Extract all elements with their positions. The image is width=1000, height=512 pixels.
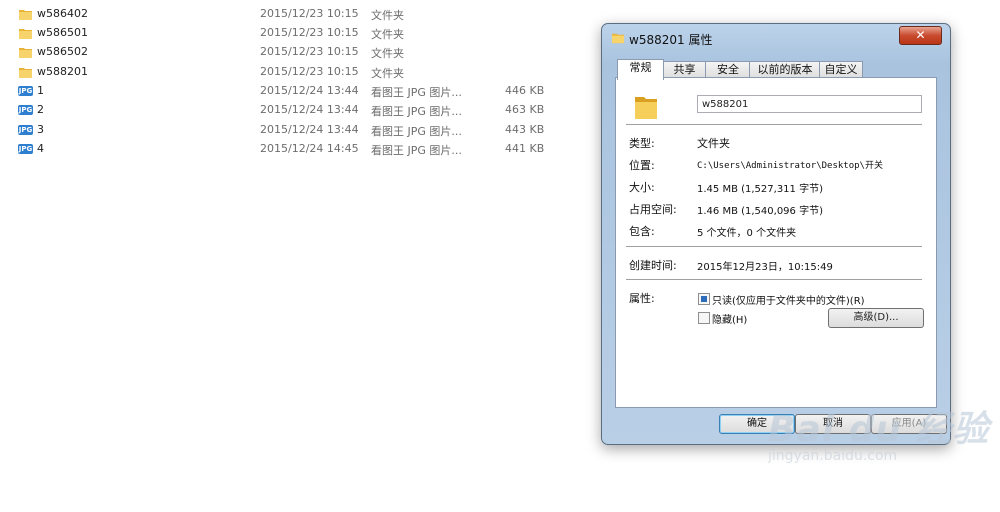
type-value: 文件夹 — [697, 137, 730, 150]
file-name: w586501 — [37, 26, 88, 39]
location-value: C:\Users\Administrator\Desktop\开关 — [697, 161, 883, 171]
dialog-title: w588201 属性 — [629, 33, 713, 47]
file-type: 文件夹 — [371, 28, 404, 41]
file-date: 2015/12/23 10:15 — [260, 26, 359, 39]
file-name: 2 — [37, 103, 44, 116]
file-name: 4 — [37, 142, 44, 155]
tab-general[interactable]: 常规 — [617, 59, 664, 80]
jpg-file-icon: JPG — [18, 86, 33, 96]
divider — [626, 246, 922, 247]
file-type: 看图王 JPG 图片... — [371, 144, 462, 157]
file-date: 2015/12/24 13:44 — [260, 84, 359, 97]
file-type: 文件夹 — [371, 9, 404, 22]
folder-icon — [19, 10, 32, 20]
file-date: 2015/12/24 13:44 — [260, 103, 359, 116]
jpg-file-icon: JPG — [18, 144, 33, 154]
close-button[interactable]: ✕ — [899, 26, 942, 45]
file-date: 2015/12/24 14:45 — [260, 142, 359, 155]
type-label: 类型: — [629, 137, 655, 150]
folder-icon — [611, 33, 625, 44]
advanced-button[interactable]: 高级(D)... — [828, 308, 924, 328]
file-row[interactable]: JPG 3 2015/12/24 13:44 看图王 JPG 图片... 443… — [0, 121, 600, 140]
file-type: 看图王 JPG 图片... — [371, 86, 462, 99]
baidu-watermark: Bai du 经验 jingyan.baidu.com — [768, 400, 990, 464]
properties-dialog[interactable]: w588201 属性 ✕ 常规 共享 安全 以前的版本 自定义 w588201 … — [601, 23, 951, 445]
disk-size-label: 占用空间: — [629, 203, 677, 216]
file-size: 443 KB — [505, 123, 545, 136]
folder-icon — [19, 68, 32, 78]
file-row[interactable]: w586502 2015/12/23 10:15 文件夹 — [0, 43, 600, 62]
file-type: 文件夹 — [371, 47, 404, 60]
file-type: 看图王 JPG 图片... — [371, 105, 462, 118]
file-date: 2015/12/23 10:15 — [260, 7, 359, 20]
created-label: 创建时间: — [629, 259, 677, 272]
contains-value: 5 个文件，0 个文件夹 — [697, 228, 797, 239]
divider — [626, 279, 922, 280]
location-label: 位置: — [629, 159, 655, 172]
file-type: 文件夹 — [371, 67, 404, 80]
size-value: 1.45 MB (1,527,311 字节) — [697, 184, 823, 195]
file-row[interactable]: JPG 4 2015/12/24 14:45 看图王 JPG 图片... 441… — [0, 140, 600, 159]
file-date: 2015/12/23 10:15 — [260, 45, 359, 58]
hidden-checkbox[interactable] — [698, 312, 710, 324]
file-size: 446 KB — [505, 84, 545, 97]
folder-name-input[interactable]: w588201 — [697, 95, 922, 113]
file-row[interactable]: w586501 2015/12/23 10:15 文件夹 — [0, 24, 600, 43]
watermark-brand: Bai du 经验 — [768, 409, 990, 450]
hidden-label: 隐藏(H) — [712, 315, 748, 326]
file-name: 3 — [37, 123, 44, 136]
attributes-label: 属性: — [629, 292, 655, 305]
file-row[interactable]: JPG 2 2015/12/24 13:44 看图王 JPG 图片... 463… — [0, 101, 600, 120]
file-row[interactable]: JPG 1 2015/12/24 13:44 看图王 JPG 图片... 446… — [0, 82, 600, 101]
disk-size-value: 1.46 MB (1,540,096 字节) — [697, 206, 823, 217]
file-name: w586402 — [37, 7, 88, 20]
file-row[interactable]: w586402 2015/12/23 10:15 文件夹 — [0, 5, 600, 24]
size-label: 大小: — [629, 181, 655, 194]
file-name: 1 — [37, 84, 44, 97]
created-value: 2015年12月23日，10:15:49 — [697, 262, 833, 273]
folder-icon — [19, 29, 32, 39]
divider — [626, 124, 922, 125]
folder-icon — [19, 48, 32, 58]
jpg-file-icon: JPG — [18, 105, 33, 115]
readonly-label: 只读(仅应用于文件夹中的文件)(R) — [712, 296, 865, 307]
file-date: 2015/12/24 13:44 — [260, 123, 359, 136]
folder-large-icon — [635, 97, 657, 119]
file-size: 441 KB — [505, 142, 545, 155]
general-panel: w588201 类型: 文件夹 位置: C:\Users\Administrat… — [615, 77, 937, 408]
file-row[interactable]: w588201 2015/12/23 10:15 文件夹 — [0, 63, 600, 82]
contains-label: 包含: — [629, 225, 655, 238]
file-date: 2015/12/23 10:15 — [260, 65, 359, 78]
file-name: w586502 — [37, 45, 88, 58]
readonly-checkbox[interactable] — [698, 293, 710, 305]
file-name: w588201 — [37, 65, 88, 78]
jpg-file-icon: JPG — [18, 125, 33, 135]
file-size: 463 KB — [505, 103, 545, 116]
file-type: 看图王 JPG 图片... — [371, 125, 462, 138]
